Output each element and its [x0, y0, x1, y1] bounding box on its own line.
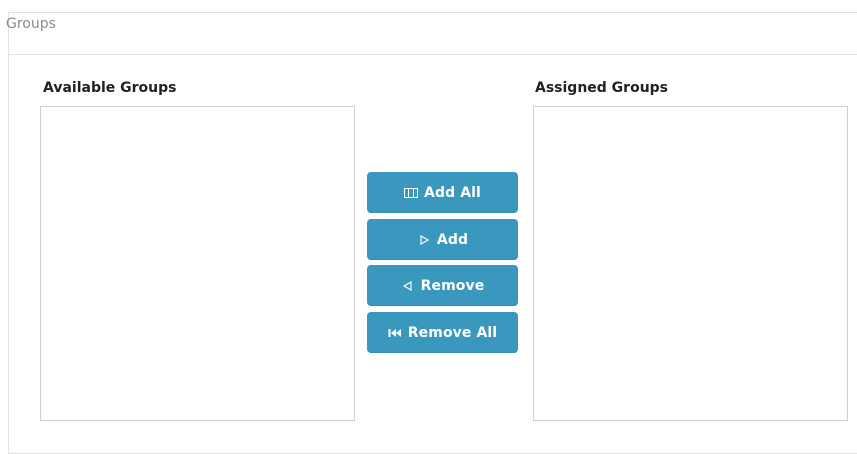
- remove-button[interactable]: Remove: [367, 265, 518, 306]
- assigned-groups-list[interactable]: [533, 106, 848, 421]
- available-groups-list[interactable]: [40, 106, 355, 421]
- remove-all-icon: [388, 326, 402, 340]
- add-all-button[interactable]: Add All: [367, 172, 518, 213]
- available-groups-label: Available Groups: [43, 80, 177, 96]
- add-label: Add: [436, 231, 469, 248]
- panel-title: Groups: [6, 16, 56, 32]
- assigned-groups-label: Assigned Groups: [535, 80, 669, 96]
- remove-label: Remove: [420, 277, 485, 294]
- remove-all-label: Remove All: [407, 324, 498, 341]
- add-icon: [417, 233, 431, 247]
- panel-header: [9, 13, 857, 55]
- add-all-icon: [404, 186, 419, 200]
- add-button[interactable]: Add: [367, 219, 518, 260]
- remove-icon: [401, 279, 415, 293]
- remove-all-button[interactable]: Remove All: [367, 312, 518, 353]
- add-all-label: Add All: [424, 184, 481, 201]
